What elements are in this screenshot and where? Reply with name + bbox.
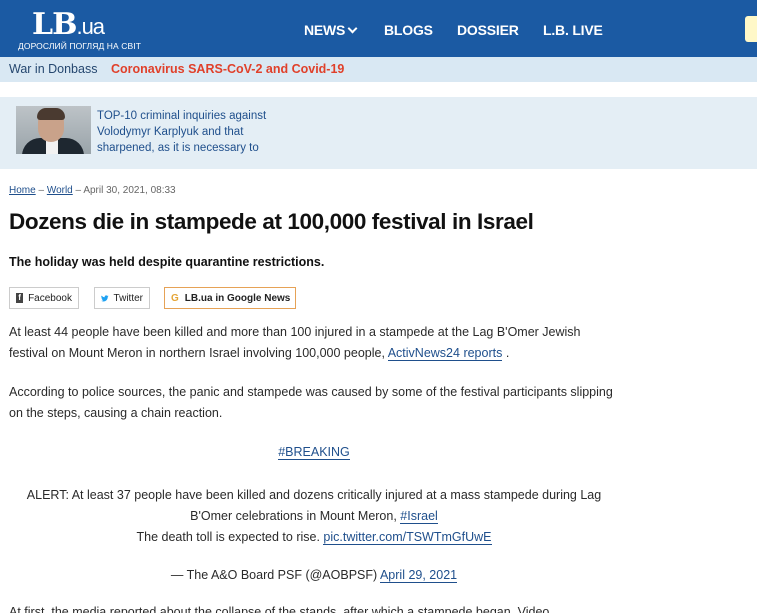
breadcrumb-home[interactable]: Home bbox=[9, 185, 36, 196]
article-date: April 30, 2021, 08:33 bbox=[83, 185, 176, 196]
breadcrumb-separator: – bbox=[35, 185, 47, 196]
topics-bar: War in Donbass Coronavirus SARS-CoV-2 an… bbox=[0, 57, 757, 82]
tweet-attribution: — The A&O Board PSF (@AOBPSF) April 29, … bbox=[9, 565, 619, 586]
breadcrumb-separator: – bbox=[72, 185, 84, 196]
logo-tagline: ДОРОСЛИЙ ПОГЛЯД НА СВІТ bbox=[18, 41, 141, 51]
twitter-icon bbox=[101, 294, 109, 301]
site-header: LB.ua ДОРОСЛИЙ ПОГЛЯД НА СВІТ NEWS BLOGS… bbox=[0, 0, 757, 57]
tweet-text: ALERT: At least 37 people have been kill… bbox=[26, 488, 602, 523]
promo-photo[interactable] bbox=[16, 106, 91, 154]
logo-wordmark: LB.ua bbox=[32, 7, 105, 44]
article-paragraph-1: At least 44 people have been killed and … bbox=[9, 322, 619, 364]
tweet-line-2: The death toll is expected to rise. bbox=[136, 530, 320, 544]
article-title: Dozens die in stampede at 100,000 festiv… bbox=[9, 209, 534, 234]
topic-war-in-donbass[interactable]: War in Donbass bbox=[9, 62, 97, 76]
article-paragraph-3: At first, the media reported about the c… bbox=[9, 605, 550, 613]
nav-blogs[interactable]: BLOGS bbox=[384, 22, 433, 38]
article-paragraph-2: According to police sources, the panic a… bbox=[9, 385, 613, 420]
breadcrumb: Home – World – April 30, 2021, 08:33 bbox=[9, 185, 176, 196]
photo-hair bbox=[37, 108, 65, 120]
search-button[interactable] bbox=[745, 16, 757, 42]
facebook-icon: f bbox=[16, 293, 24, 303]
promo-link[interactable]: TOP-10 criminal inquiries against Volody… bbox=[97, 108, 287, 156]
logo-ua: .ua bbox=[76, 14, 105, 39]
nav-live[interactable]: L.B. LIVE bbox=[543, 22, 603, 38]
nav-news[interactable]: NEWS bbox=[304, 22, 358, 38]
share-twitter-button[interactable]: Twitter bbox=[94, 287, 150, 309]
google-news-button[interactable]: G LB.ua in Google News bbox=[164, 287, 296, 309]
source-link[interactable]: ActivNews24 reports bbox=[387, 346, 503, 361]
google-news-label: LB.ua in Google News bbox=[184, 292, 291, 304]
site-logo[interactable]: LB.ua ДОРОСЛИЙ ПОГЛЯД НА СВІТ bbox=[18, 7, 141, 52]
hashtag-israel-link[interactable]: #Israel bbox=[400, 509, 438, 524]
tweet-author: — The A&O Board PSF (@AOBPSF) bbox=[170, 568, 378, 582]
nav-news-label: NEWS bbox=[304, 22, 346, 38]
promo-banner: TOP-10 criminal inquiries against Volody… bbox=[0, 97, 757, 169]
tweet-date-link[interactable]: April 29, 2021 bbox=[379, 568, 458, 583]
share-facebook-button[interactable]: f Facebook bbox=[9, 287, 79, 309]
paragraph-end: . bbox=[502, 346, 510, 360]
article-subtitle: The holiday was held despite quarantine … bbox=[9, 255, 325, 269]
share-twitter-label: Twitter bbox=[113, 292, 143, 304]
embedded-tweet: ALERT: At least 37 people have been kill… bbox=[9, 485, 619, 548]
logo-lb: LB bbox=[32, 7, 77, 42]
nav-dossier[interactable]: DOSSIER bbox=[457, 22, 519, 38]
hashtag-breaking-link[interactable]: #BREAKING bbox=[278, 445, 350, 460]
embedded-tweet-hashtag: #BREAKING bbox=[9, 442, 619, 463]
google-icon: G bbox=[171, 292, 179, 304]
breadcrumb-world[interactable]: World bbox=[47, 185, 73, 196]
tweet-pic-link[interactable]: pic.twitter.com/TSWTmGfUwE bbox=[323, 530, 492, 545]
share-facebook-label: Facebook bbox=[28, 292, 72, 304]
topic-coronavirus[interactable]: Coronavirus SARS-CoV-2 and Covid-19 bbox=[111, 62, 344, 76]
chevron-down-icon bbox=[347, 23, 358, 34]
